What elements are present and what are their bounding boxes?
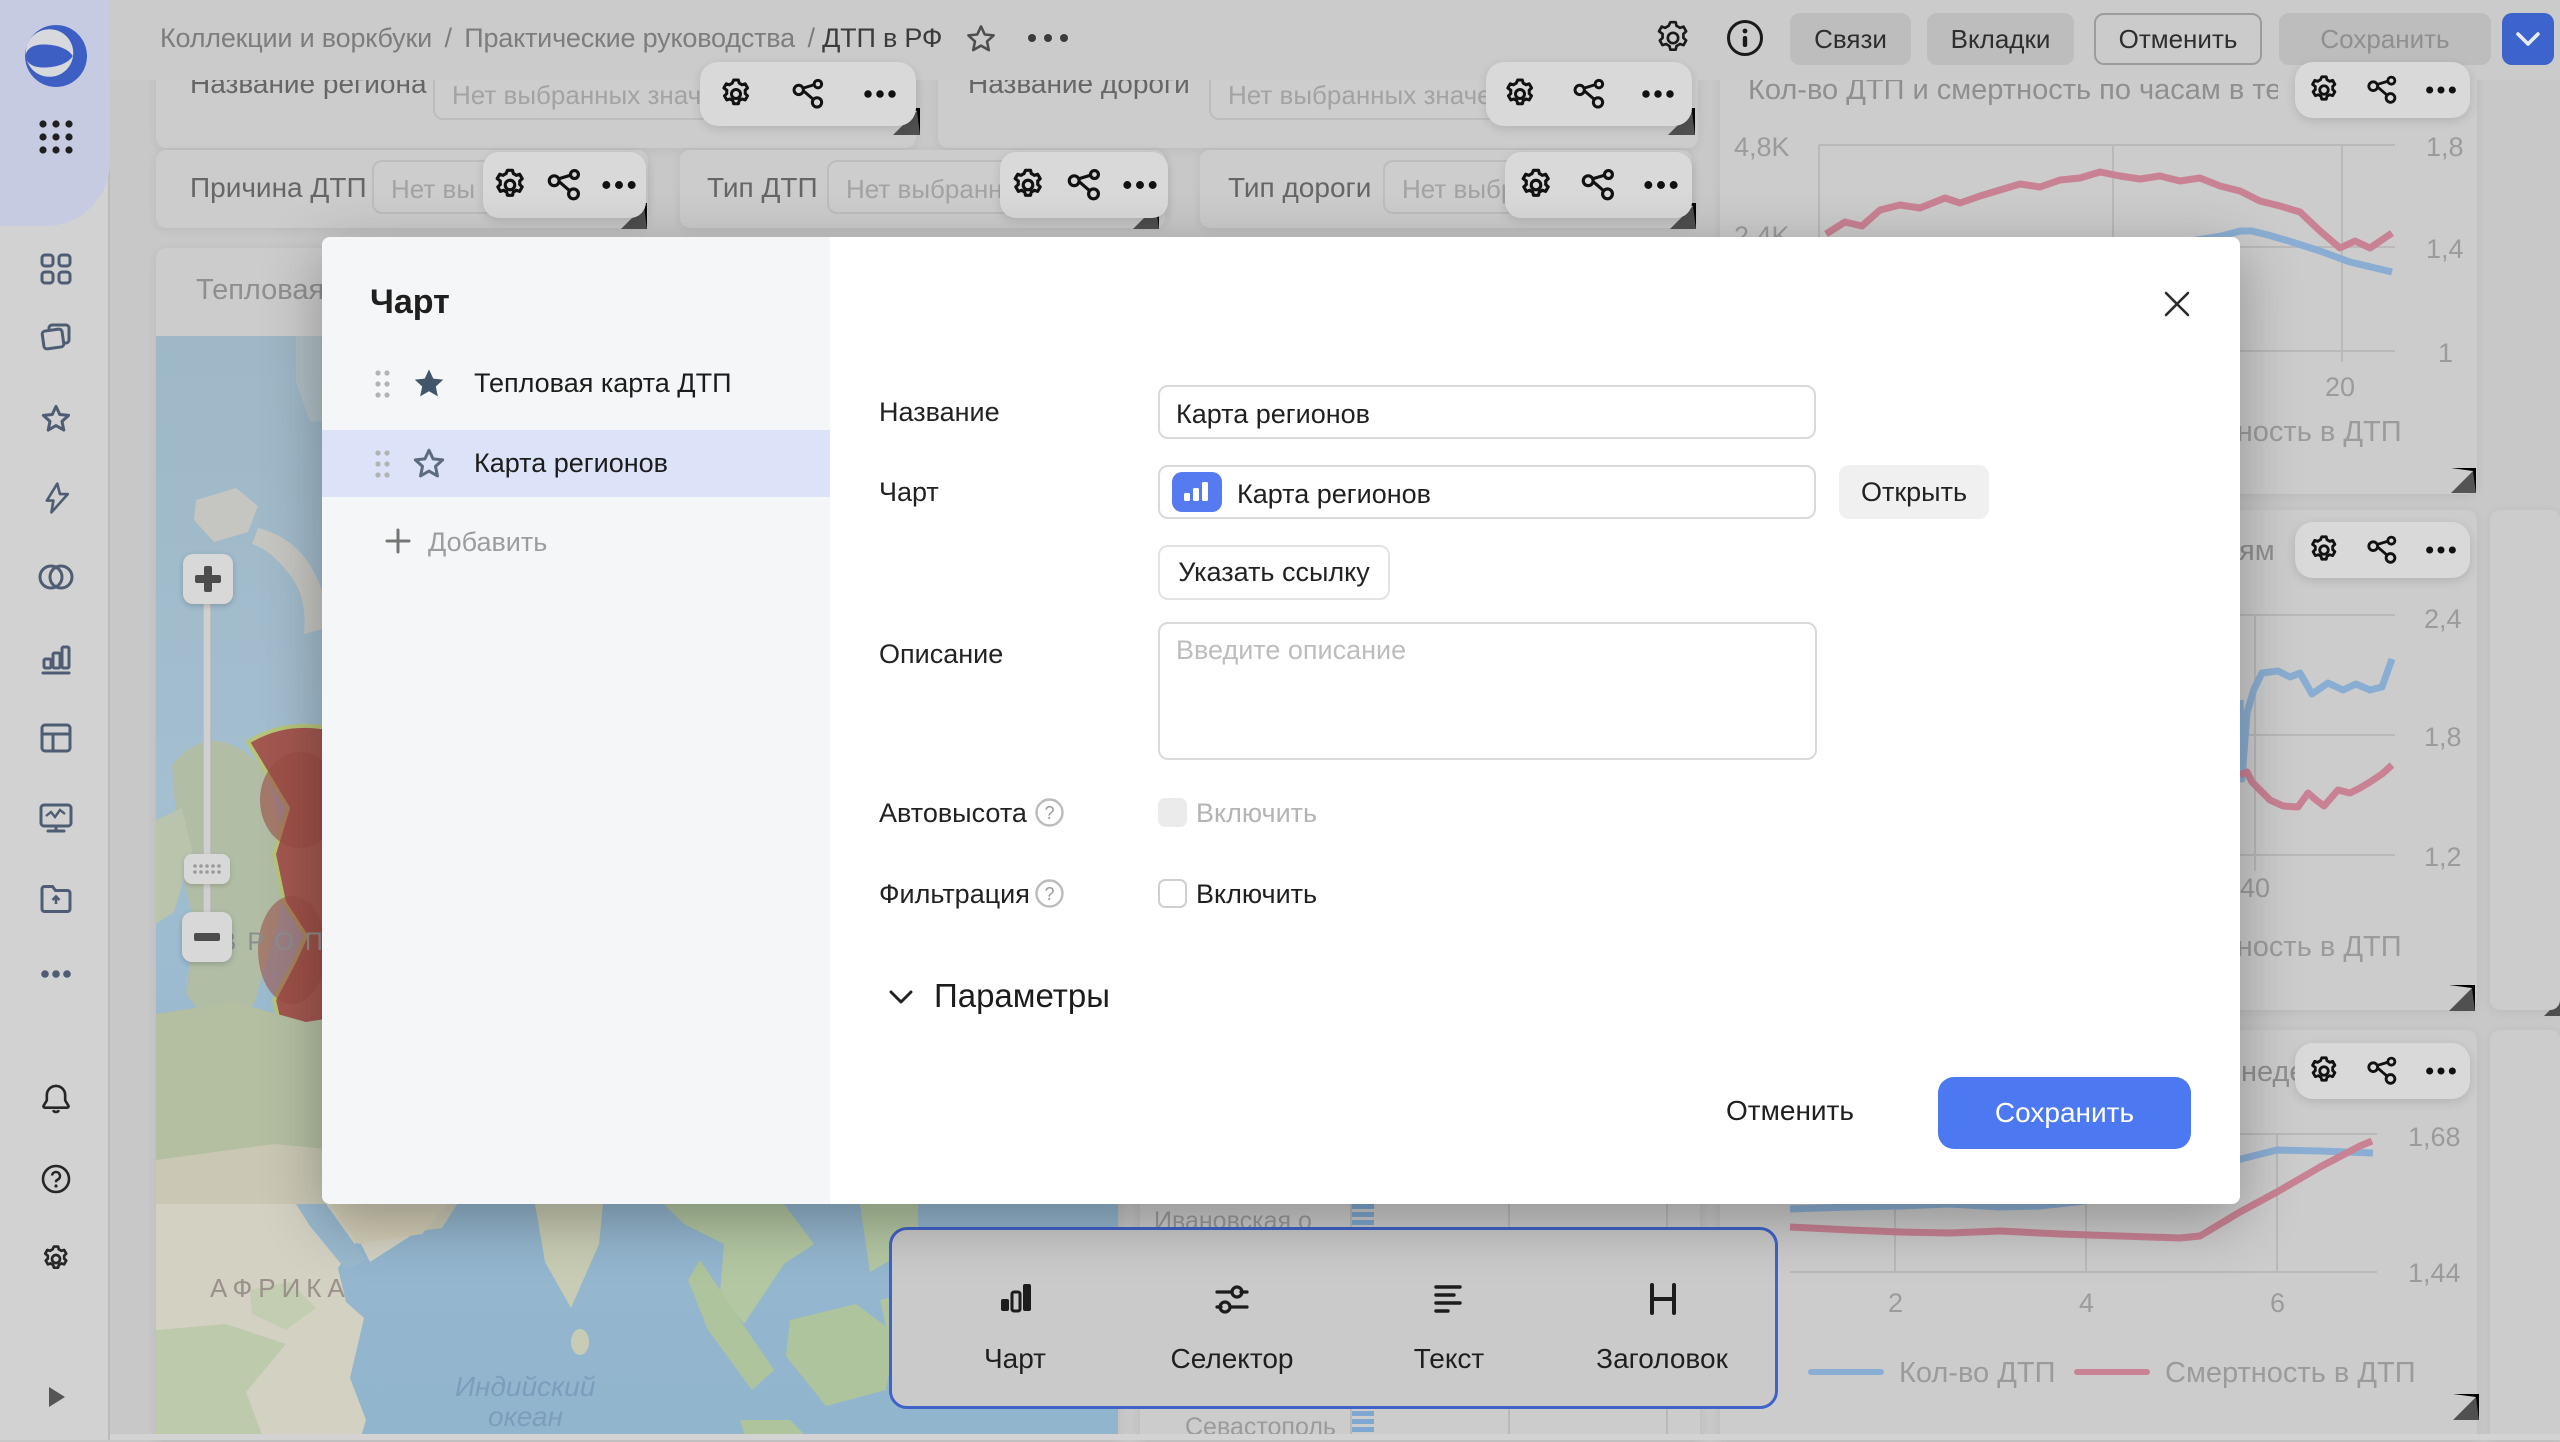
svg-text:океан: океан [488,1401,563,1432]
svg-text:?: ? [1044,803,1054,823]
svg-text:Индийский: Индийский [455,1371,596,1402]
svg-text:?: ? [1044,884,1054,904]
svg-text:АФРИКА: АФРИКА [210,1273,351,1303]
